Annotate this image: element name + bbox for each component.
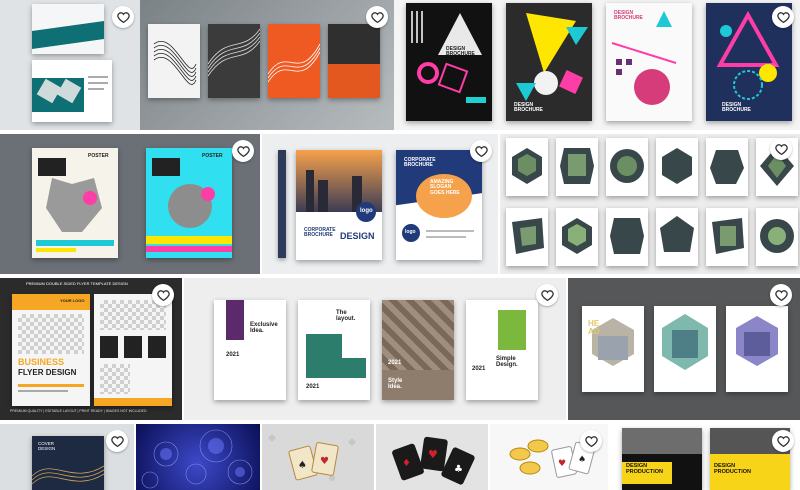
svg-text:♥: ♥	[320, 456, 329, 467]
cover-title: CORPORATE BROCHURE	[404, 157, 436, 169]
favorite-button[interactable]	[106, 430, 128, 452]
cover-title: DESIGN PRODUCTION	[714, 463, 751, 475]
thumb-cover-design-wave[interactable]: COVER DESIGN	[0, 424, 134, 490]
cover-title: DESIGN BROCHURE	[446, 46, 475, 58]
logo-text: logo	[360, 208, 373, 214]
thumb-casino-cards[interactable]: ♥ ♦ ♣	[376, 424, 488, 490]
cover-title: CORPORATE BROCHURE	[304, 227, 336, 239]
logo-text: logo	[405, 229, 416, 235]
favorite-button[interactable]	[470, 140, 492, 162]
favorite-button[interactable]	[112, 6, 134, 28]
thumb-design-production-yellow[interactable]: DESIGN PRODUCTION DESIGN PRODUCTION	[610, 424, 800, 490]
svg-text:♥: ♥	[428, 448, 438, 461]
cover-title: DESIGN PRODUCTION	[626, 463, 663, 475]
favorite-button[interactable]	[770, 284, 792, 306]
heart-outline-icon	[776, 435, 790, 447]
svg-text:♦: ♦	[402, 458, 411, 469]
heart-outline-icon	[584, 435, 598, 447]
favorite-button[interactable]	[580, 430, 602, 452]
thumb-business-flyer[interactable]: PREMIUM DOUBLE SIDED FLYER TEMPLATE DESI…	[0, 278, 182, 420]
heart-outline-icon	[370, 11, 384, 23]
heart-outline-icon	[474, 145, 488, 157]
heart-outline-icon	[774, 143, 788, 155]
thumb-memphis-design-brochure[interactable]: DESIGN BROCHURE DESIGN BROCHURE DESIGN BROC…	[394, 0, 800, 130]
thumb-dark-hexagon-covers[interactable]: HE AD	[568, 278, 800, 420]
thumb-corporate-brochure[interactable]: logo CORPORATE BROCHURE DESIGN AMAZING SLO…	[262, 134, 498, 274]
slogan: AMAZING SLOGAN GOES HERE	[430, 179, 460, 196]
thumb-poster-retro-animals[interactable]: POSTER POSTER	[0, 134, 260, 274]
cover-year: 2021	[388, 360, 402, 366]
heart-outline-icon	[156, 289, 170, 301]
cover-title: DESIGN BROCHURE	[614, 10, 643, 22]
favorite-button[interactable]	[152, 284, 174, 306]
flyer-title: BUSINESS	[18, 357, 65, 367]
cover-subtitle: DESIGN	[340, 231, 375, 241]
poster-label: POSTER	[202, 153, 223, 159]
cover-year: 2021	[472, 366, 486, 372]
svg-text:♠: ♠	[298, 460, 307, 471]
cover-year: 2021	[226, 352, 240, 358]
svg-text:♠: ♠	[578, 455, 586, 465]
favorite-button[interactable]	[772, 430, 794, 452]
cover-year: 2021	[306, 384, 320, 390]
thumb-abstract-wave-covers[interactable]	[140, 0, 394, 130]
thumb-tri-fold-teal[interactable]	[0, 0, 140, 130]
flyer-banner: PREMIUM DOUBLE SIDED FLYER TEMPLATE DESI…	[26, 281, 128, 286]
heart-outline-icon	[116, 11, 130, 23]
thumb-hexagon-photo-covers[interactable]	[500, 134, 800, 274]
thumb-minimal-covers-2021[interactable]: Exclusive Idea. 2021 The layout. 2021 2021…	[184, 278, 566, 420]
flyer-footer: PREMIUM QUALITY | EDITABLE LAYOUT | PRIN…	[10, 409, 147, 413]
cover-title: Simple Design.	[496, 356, 518, 369]
svg-text:♣: ♣	[454, 464, 463, 475]
heart-outline-icon	[110, 435, 124, 447]
heart-outline-icon	[236, 145, 250, 157]
flyer-subtitle: FLYER DESIGN	[18, 368, 77, 377]
cover-title: Style Idea.	[388, 378, 403, 391]
heart-outline-icon	[776, 11, 790, 23]
logo-text: YOUR LOGO	[60, 298, 85, 303]
thumb-playing-cards[interactable]: ♥ ♠	[262, 424, 374, 490]
heart-outline-icon	[774, 289, 788, 301]
cover-title: COVER DESIGN	[38, 441, 56, 451]
favorite-button[interactable]	[366, 6, 388, 28]
favorite-button[interactable]	[772, 6, 794, 28]
poster-label: POSTER	[88, 153, 109, 159]
thumb-poker-chips[interactable]: ♥ ♠	[490, 424, 608, 490]
cover-title: Exclusive Idea.	[250, 322, 278, 335]
heart-outline-icon	[540, 289, 554, 301]
favorite-button[interactable]	[536, 284, 558, 306]
cover-title: DESIGN BROCHURE	[514, 102, 543, 114]
cover-title: DESIGN BROCHURE	[722, 102, 751, 114]
cover-title: HE AD	[588, 319, 600, 337]
cover-title: The layout.	[336, 310, 356, 323]
svg-text:♥: ♥	[558, 459, 566, 469]
favorite-button[interactable]	[232, 140, 254, 162]
thumb-blue-spheres[interactable]	[136, 424, 260, 490]
favorite-button[interactable]	[770, 138, 792, 160]
